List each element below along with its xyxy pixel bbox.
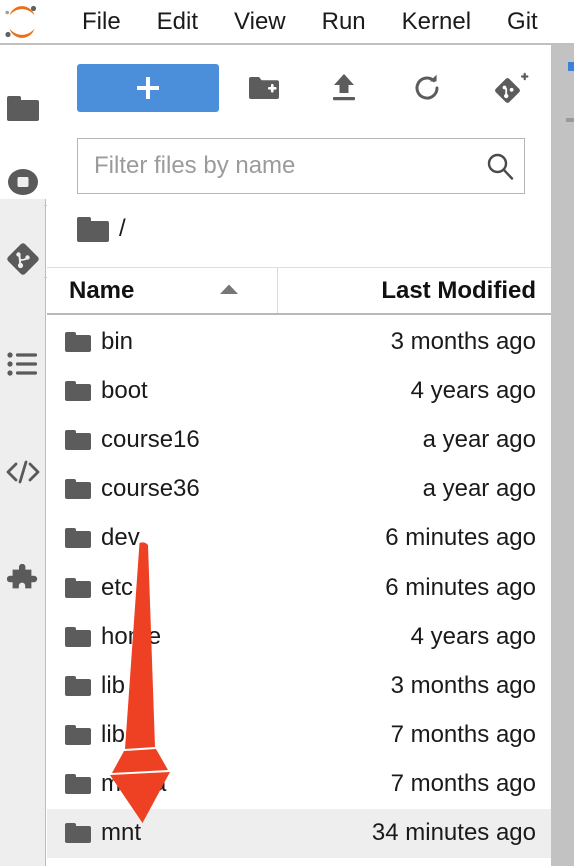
last-modified-cell: 7 months ago — [390, 770, 536, 798]
sidebar-item-running-terminals[interactable] — [0, 159, 46, 205]
column-header-name-label: Name — [69, 276, 135, 304]
table-row[interactable]: bin 3 months ago — [47, 317, 551, 366]
file-name-cell: dev — [101, 524, 140, 552]
file-name-cell: home — [101, 622, 162, 650]
menu-file[interactable]: File — [64, 0, 139, 44]
folder-icon — [47, 725, 101, 746]
sidebar-item-file-browser[interactable] — [0, 85, 46, 131]
table-row[interactable]: boot 4 years ago — [47, 366, 551, 415]
active-tab-indicator[interactable] — [568, 62, 574, 71]
folder-icon — [47, 331, 101, 352]
last-modified-cell: a year ago — [422, 475, 536, 503]
folder-icon — [47, 528, 101, 549]
file-list-header: Name Last Modified — [47, 267, 551, 315]
new-folder-icon — [249, 77, 279, 99]
column-header-last-modified-label: Last Modified — [381, 276, 536, 304]
git-clone-button[interactable] — [488, 64, 536, 112]
file-name-cell: media — [101, 770, 167, 798]
breadcrumb: / — [77, 207, 525, 251]
last-modified-cell: 3 months ago — [390, 327, 536, 355]
git-clone-icon — [495, 72, 529, 103]
plus-icon — [137, 77, 159, 99]
last-modified-cell: 6 minutes ago — [385, 573, 536, 601]
menu-edit[interactable]: Edit — [139, 0, 216, 44]
file-name-cell: etc — [101, 573, 134, 601]
folder-icon — [47, 626, 101, 647]
filter-files-box[interactable] — [77, 138, 525, 194]
last-modified-cell: 7 months ago — [390, 721, 536, 749]
search-icon[interactable] — [476, 151, 524, 181]
folder-icon — [47, 675, 101, 696]
file-name-cell: lib64 — [101, 721, 152, 749]
jupyter-logo — [2, 2, 42, 42]
sidebar-item-code-console[interactable] — [0, 449, 46, 495]
folder-icon — [47, 774, 101, 795]
last-modified-cell: 34 minutes ago — [371, 819, 536, 847]
new-launcher-button[interactable] — [77, 64, 219, 112]
upload-files-icon — [333, 74, 355, 101]
list-icon — [7, 352, 37, 376]
folder-icon — [7, 95, 39, 121]
folder-icon — [47, 577, 101, 598]
folder-icon — [47, 479, 101, 500]
tab-marker — [566, 118, 574, 122]
sidebar-item-extension-manager[interactable] — [0, 557, 46, 603]
folder-icon — [47, 380, 101, 401]
folder-icon — [47, 823, 101, 844]
table-row[interactable]: lib64 7 months ago — [47, 711, 551, 760]
last-modified-cell: 3 months ago — [390, 671, 536, 699]
file-name-cell: course16 — [101, 425, 200, 453]
menu-bar: File Edit View Run Kernel Git — [0, 0, 574, 45]
filter-files-input[interactable] — [78, 139, 476, 193]
refresh-file-list-icon — [415, 74, 439, 100]
caret-up-icon — [219, 282, 239, 300]
file-name-cell: course36 — [101, 475, 200, 503]
activity-sidebar — [0, 47, 56, 866]
file-name-cell: boot — [101, 376, 148, 404]
menu-run[interactable]: Run — [304, 0, 384, 44]
table-row[interactable]: course16 a year ago — [47, 415, 551, 464]
file-name-cell: mnt — [101, 819, 142, 847]
activity-sidebar-panel — [0, 199, 46, 866]
column-header-last-modified[interactable]: Last Modified — [278, 268, 551, 313]
table-row[interactable]: course36 a year ago — [47, 465, 551, 514]
table-row[interactable]: dev 6 minutes ago — [47, 514, 551, 563]
jupyterlab-window: File Edit View Run Kernel Git Filter fil… — [0, 0, 574, 866]
menu-item-list: File Edit View Run Kernel Git — [64, 0, 556, 44]
stop-circle-icon — [8, 169, 38, 195]
new-folder-button[interactable] — [240, 64, 288, 112]
file-list[interactable]: bin 3 months ago boot 4 years ago course16 a … — [47, 317, 551, 866]
git-diamond-icon — [7, 243, 39, 275]
last-modified-cell: a year ago — [422, 425, 536, 453]
file-name-cell: lib — [101, 671, 126, 699]
table-row[interactable]: lib 3 months ago — [47, 661, 551, 710]
last-modified-cell: 6 minutes ago — [385, 524, 536, 552]
breadcrumb-path[interactable]: / — [119, 215, 126, 243]
menu-git[interactable]: Git — [489, 0, 556, 44]
main-content-area — [551, 45, 574, 866]
menu-kernel[interactable]: Kernel — [384, 0, 489, 44]
folder-icon — [47, 429, 101, 450]
refresh-file-list-button[interactable] — [403, 64, 451, 112]
table-row[interactable]: media 7 months ago — [47, 760, 551, 809]
sidebar-item-table-of-contents[interactable] — [0, 341, 46, 387]
last-modified-cell: 4 years ago — [410, 376, 536, 404]
file-browser-panel: / Name Last Modified bin 3 months ago boot… — [47, 47, 551, 866]
menu-view[interactable]: View — [216, 0, 304, 44]
table-row[interactable]: mnt 34 minutes ago — [47, 808, 551, 859]
table-row[interactable]: etc 6 minutes ago — [47, 563, 551, 612]
file-name-cell: bin — [101, 327, 134, 355]
table-row[interactable]: home 4 years ago — [47, 612, 551, 661]
folder-icon[interactable] — [77, 216, 109, 242]
file-browser-toolbar — [47, 47, 551, 119]
sidebar-item-git[interactable] — [0, 236, 46, 282]
upload-files-button[interactable] — [320, 64, 368, 112]
column-header-name[interactable]: Name — [47, 268, 278, 313]
code-brackets-icon — [6, 460, 40, 484]
puzzle-piece-icon — [7, 564, 38, 589]
last-modified-cell: 4 years ago — [410, 622, 536, 650]
